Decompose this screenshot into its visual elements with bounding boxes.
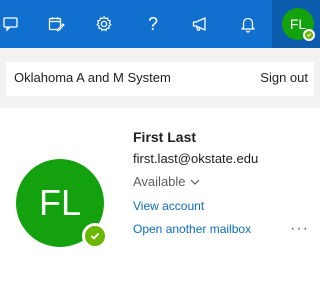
org-name: Oklahoma A and M System [14, 70, 171, 85]
presence-available-icon [82, 223, 108, 249]
topbar-avatar-initials: FL [289, 16, 307, 32]
notifications-icon [241, 17, 255, 33]
profile-avatar-initials: FL [38, 182, 81, 223]
email-address: first.last@okstate.edu [133, 151, 259, 166]
feedback-icon [3, 17, 18, 32]
presence-dropdown[interactable]: Available [133, 174, 200, 189]
whats-new-button[interactable] [176, 0, 224, 48]
feedback-button[interactable] [0, 0, 35, 48]
presence-label: Available [133, 174, 186, 189]
my-day-button[interactable] [32, 0, 80, 48]
notifications-button[interactable] [224, 0, 272, 48]
whats-new-icon [192, 17, 206, 31]
help-icon: ? [147, 13, 158, 34]
settings-button[interactable] [80, 0, 128, 48]
open-another-mailbox-link[interactable]: Open another mailbox [133, 222, 251, 236]
help-button[interactable]: ? [129, 0, 177, 48]
chevron-down-icon [190, 179, 199, 185]
settings-icon [96, 15, 112, 32]
sign-out-link[interactable]: Sign out [260, 70, 308, 85]
top-bar: ? [0, 0, 320, 48]
topbar-presence-icon [303, 29, 315, 41]
view-account-link[interactable]: View account [133, 199, 204, 213]
my-day-icon [48, 17, 65, 32]
more-options-button[interactable]: ··· [290, 220, 309, 238]
display-name: First Last [133, 129, 197, 145]
